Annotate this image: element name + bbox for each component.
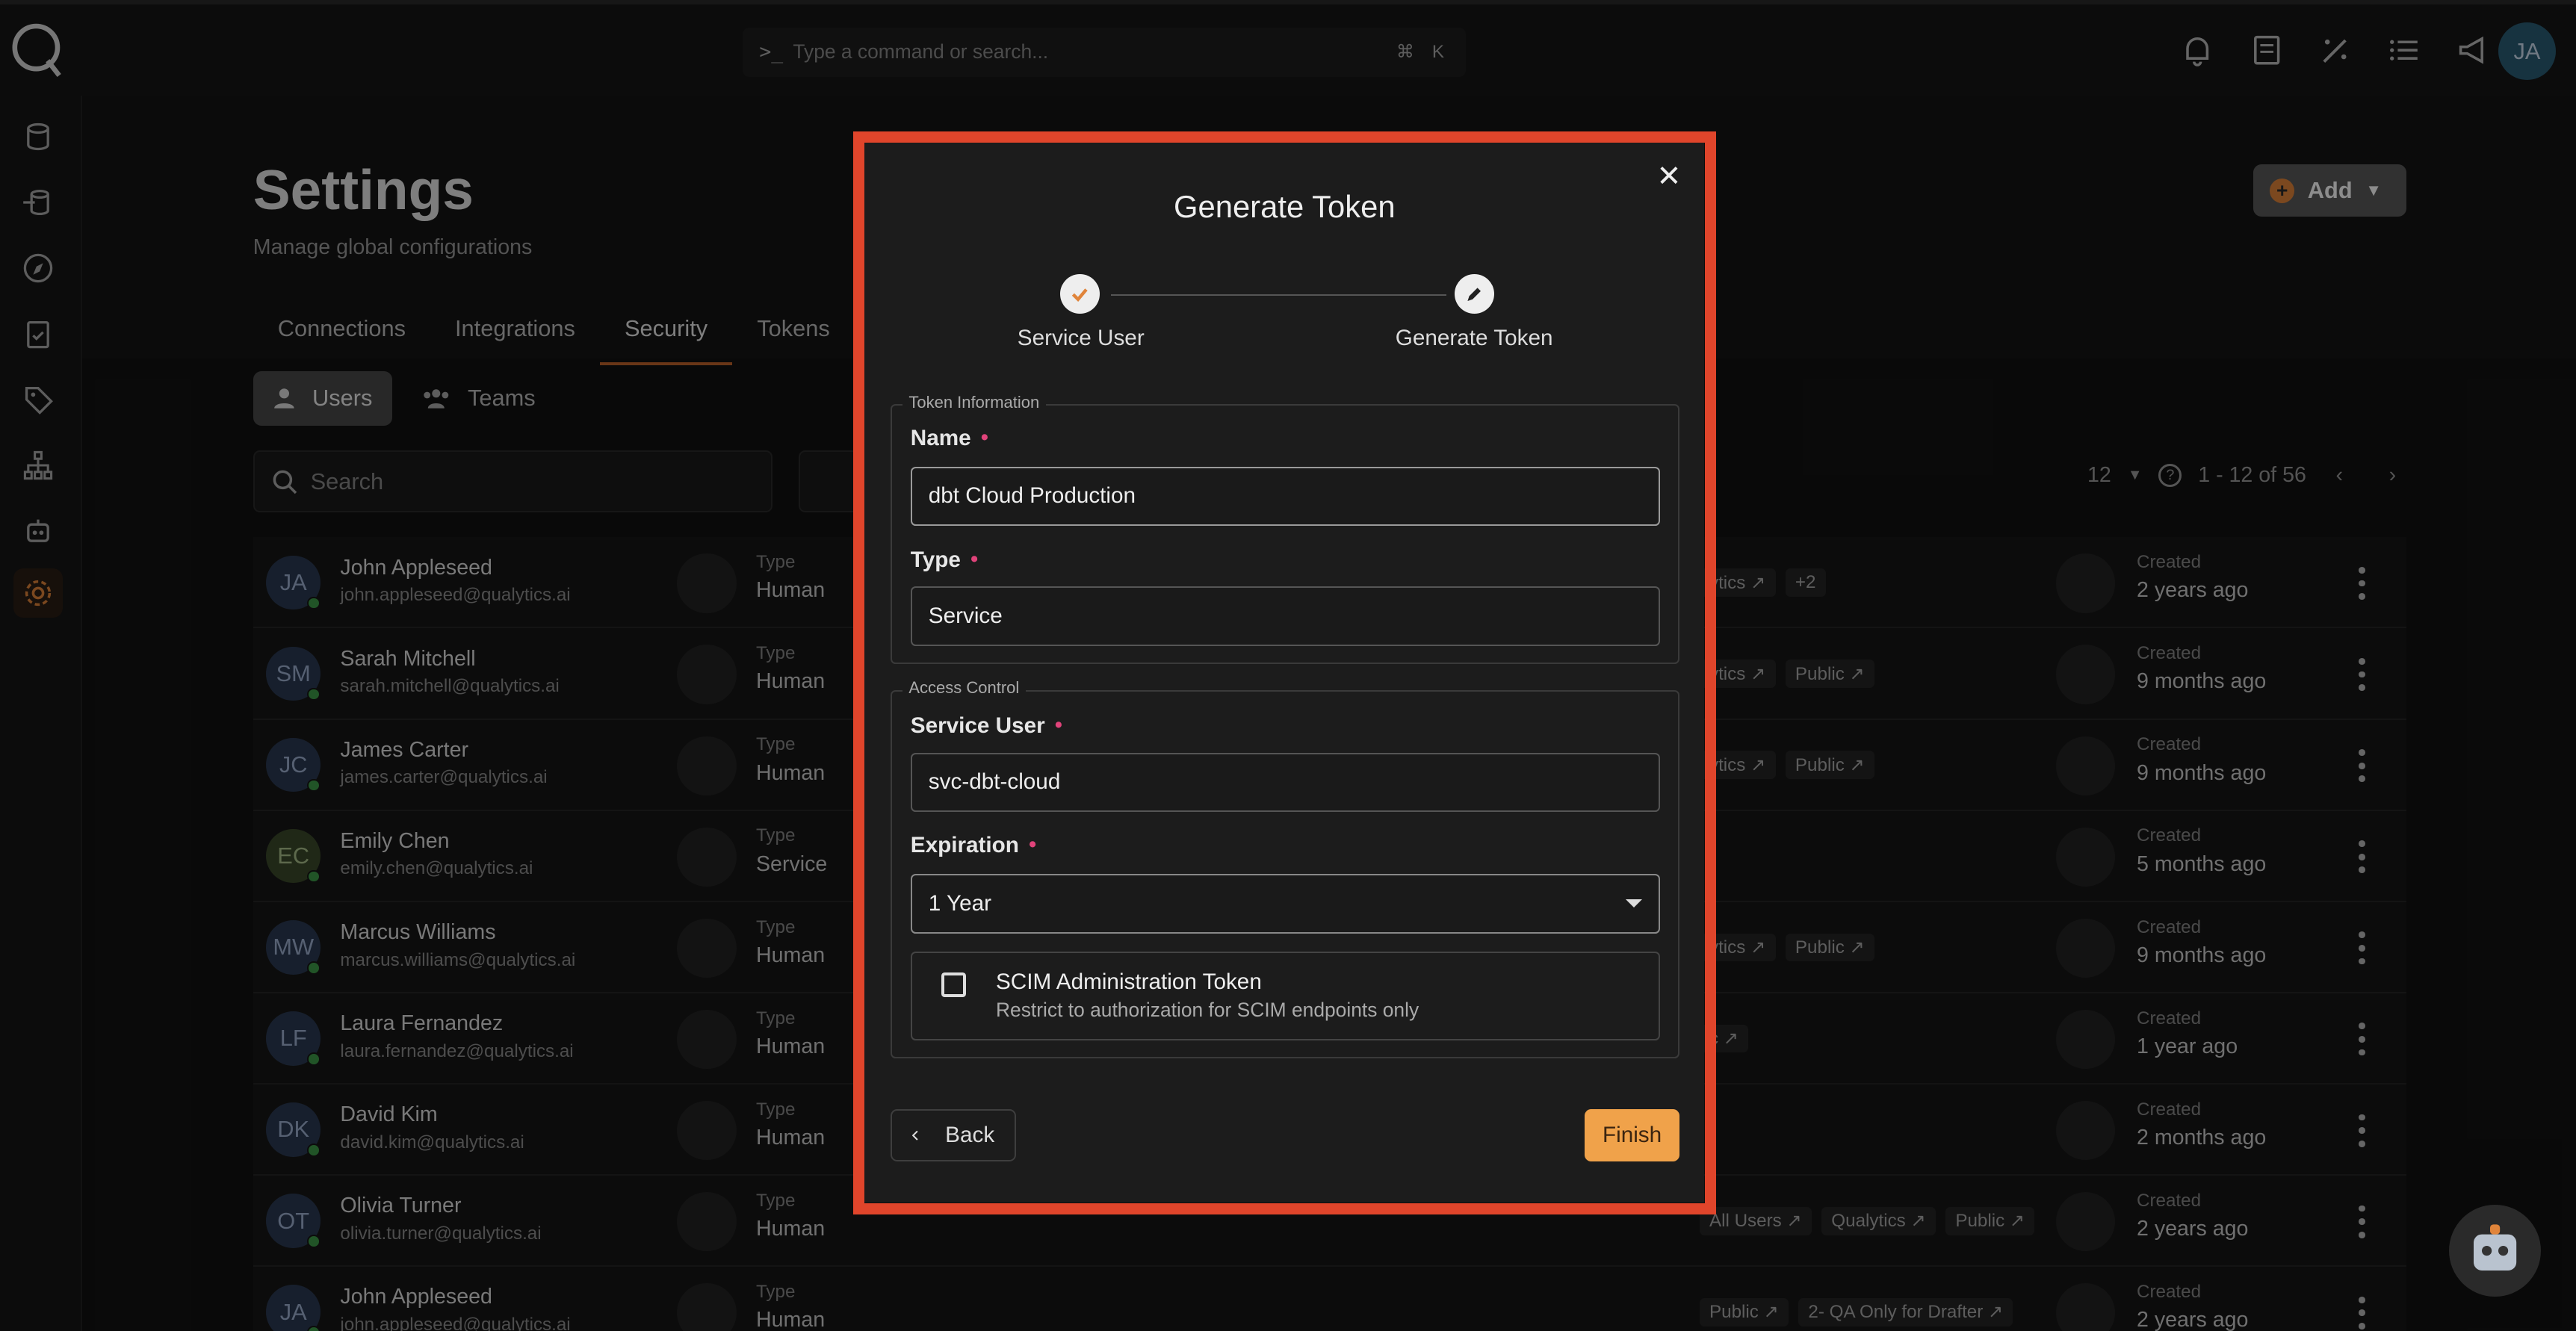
scim-checkbox[interactable] xyxy=(941,972,967,998)
step-label-service-user: Service User xyxy=(1017,325,1145,350)
generate-token-dialog: ✕ Generate Token Service User Generate T… xyxy=(864,143,1705,1203)
back-button[interactable]: Back xyxy=(891,1108,1016,1162)
chevron-left-icon xyxy=(911,1130,918,1141)
service-user-input[interactable]: svc-dbt-cloud xyxy=(910,752,1660,812)
required-marker: • xyxy=(1054,713,1062,737)
required-marker: • xyxy=(1029,833,1037,857)
name-label: Name • xyxy=(910,425,988,450)
expiration-select[interactable]: 1 Year xyxy=(910,874,1660,934)
type-input[interactable]: Service xyxy=(910,586,1660,646)
section-legend: Access Control xyxy=(902,678,1027,698)
back-button-label: Back xyxy=(945,1123,995,1148)
dropdown-caret-icon xyxy=(1625,899,1642,908)
type-label: Type • xyxy=(910,547,979,572)
service-user-value: svc-dbt-cloud xyxy=(928,769,1061,795)
finish-button[interactable]: Finish xyxy=(1584,1108,1680,1162)
service-user-label: Service User • xyxy=(910,713,1062,738)
scim-description: Restrict to authorization for SCIM endpo… xyxy=(995,999,1419,1022)
stepper-connector xyxy=(1111,294,1446,296)
robot-icon xyxy=(2473,1223,2517,1270)
expiration-value: 1 Year xyxy=(928,890,991,916)
section-legend: Token Information xyxy=(902,392,1047,412)
assistant-bot-button[interactable] xyxy=(2449,1204,2542,1297)
type-input-value: Service xyxy=(928,603,1003,628)
step-label-generate-token: Generate Token xyxy=(1395,325,1553,350)
required-marker: • xyxy=(980,425,988,450)
name-input[interactable]: dbt Cloud Production xyxy=(910,466,1660,526)
expiration-label: Expiration • xyxy=(910,833,1037,858)
step-complete-check-icon xyxy=(1059,274,1100,314)
required-marker: • xyxy=(970,547,979,571)
scim-title: SCIM Administration Token xyxy=(995,969,1262,994)
scim-token-option[interactable]: SCIM Administration Token Restrict to au… xyxy=(910,951,1660,1040)
step-current-pencil-icon xyxy=(1454,274,1494,314)
name-input-value: dbt Cloud Production xyxy=(928,483,1136,509)
dialog-title: Generate Token xyxy=(1173,188,1396,224)
